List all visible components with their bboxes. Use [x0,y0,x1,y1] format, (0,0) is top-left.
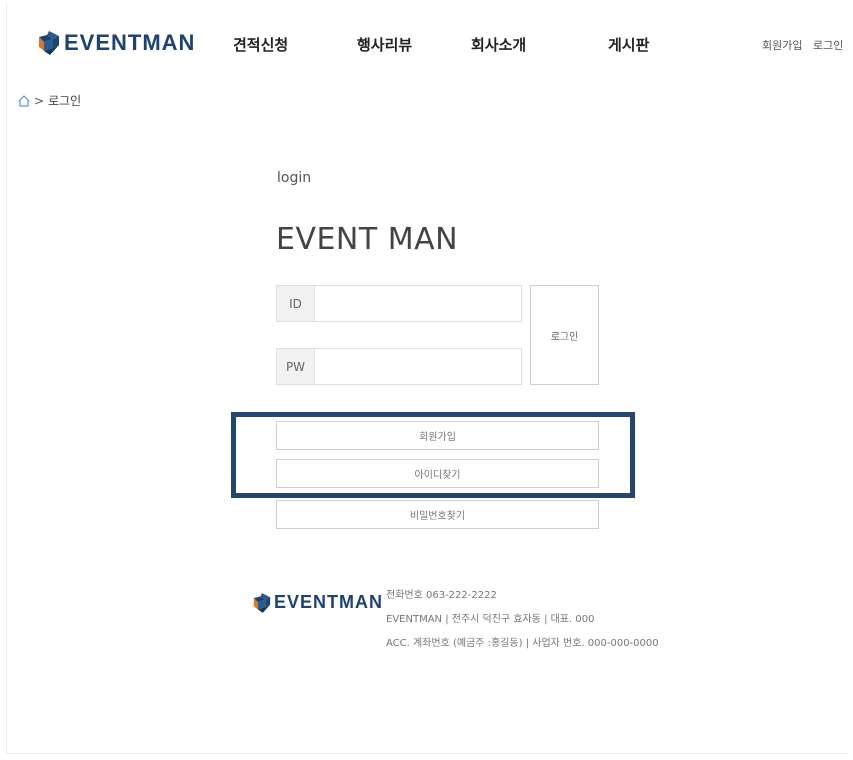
pw-input-row: PW [276,348,522,385]
id-prefix: ID [277,286,315,321]
nav-item-company[interactable]: 회사소개 [471,34,526,55]
breadcrumb-separator: > [34,93,45,108]
nav-item-board[interactable]: 게시판 [608,34,649,55]
top-signup-link[interactable]: 회원가입 [762,37,802,53]
breadcrumb-current: 로그인 [48,94,82,108]
top-login-link[interactable]: 로그인 [813,37,843,53]
footer-logo: EVENTMAN [253,592,383,613]
eventman-logo-icon [39,31,59,55]
eventman-logo-icon [253,592,271,613]
find-password-button[interactable]: 비밀번호찾기 [276,500,599,529]
footer-address: EVENTMAN | 전주시 덕진구 효자동 | 대표. 000 [386,614,595,625]
login-label: login [277,170,312,186]
footer-account: ACC. 계좌번호 (예금주 :홍길동) | 사업자 번호. 000-000-0… [386,638,659,649]
signup-button[interactable]: 회원가입 [276,421,599,450]
id-input-row: ID [276,285,522,322]
home-icon[interactable] [18,94,30,107]
login-title: EVENT MAN [276,222,459,257]
find-id-button[interactable]: 아이디찾기 [276,459,599,488]
footer-phone: 전화번호 063-222-2222 [386,590,497,601]
header-logo[interactable]: EVENTMAN [38,30,195,56]
id-input[interactable] [315,286,521,321]
nav-item-review[interactable]: 행사리뷰 [357,34,412,55]
logo-text: EVENTMAN [64,30,196,55]
login-submit-button[interactable]: 로그인 [530,285,599,385]
pw-prefix: PW [277,349,315,384]
footer-logo-text: EVENTMAN [274,592,384,612]
nav-item-quote[interactable]: 견적신청 [233,34,288,55]
pw-input[interactable] [315,349,521,384]
breadcrumb: > 로그인 [18,92,81,109]
